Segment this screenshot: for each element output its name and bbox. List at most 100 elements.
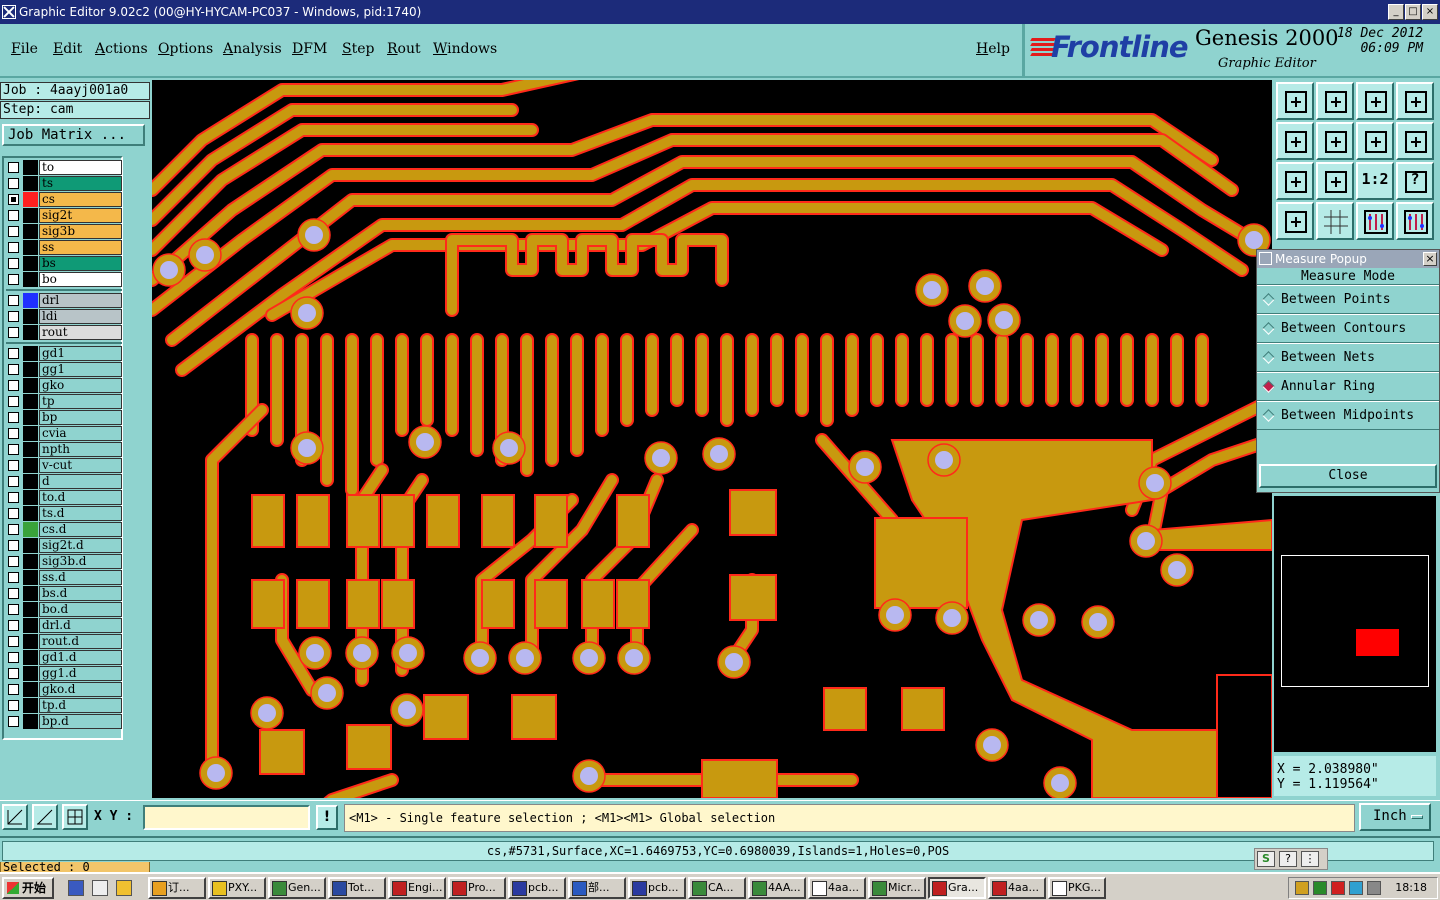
tool-button-5[interactable]: [1276, 122, 1314, 160]
overview-map[interactable]: [1274, 496, 1436, 752]
layer-row-ts.d[interactable]: ts.d: [6, 506, 122, 521]
layer-checkbox[interactable]: [8, 460, 19, 471]
menu-rout[interactable]: Rout: [387, 41, 421, 57]
layer-color-swatch[interactable]: [23, 240, 38, 255]
taskbar-task[interactable]: Gen...: [268, 877, 326, 899]
tool-button-12[interactable]: ?: [1396, 162, 1434, 200]
layer-checkbox[interactable]: [8, 412, 19, 423]
tool-button-1[interactable]: [1276, 82, 1314, 120]
layer-color-swatch[interactable]: [23, 698, 38, 713]
layer-row-bp.d[interactable]: bp.d: [6, 714, 122, 729]
menu-actions[interactable]: Actions: [95, 41, 148, 57]
taskbar-task[interactable]: 订...: [148, 877, 206, 899]
layer-color-swatch[interactable]: [23, 602, 38, 617]
snap-mode-button[interactable]: [2, 804, 28, 830]
layer-checkbox[interactable]: [8, 364, 19, 375]
tool-button-7[interactable]: [1356, 122, 1394, 160]
layer-name[interactable]: cs: [39, 192, 122, 207]
layer-color-swatch[interactable]: [23, 506, 38, 521]
layer-name[interactable]: ts.d: [39, 506, 122, 521]
taskbar-task[interactable]: Pro...: [448, 877, 506, 899]
layer-row-bs.d[interactable]: bs.d: [6, 586, 122, 601]
layer-checkbox[interactable]: [8, 620, 19, 631]
layer-checkbox[interactable]: [8, 274, 19, 285]
draw-mode-button[interactable]: [32, 804, 58, 830]
layer-name[interactable]: drl.d: [39, 618, 122, 633]
layer-color-swatch[interactable]: [23, 256, 38, 271]
layer-checkbox[interactable]: [8, 162, 19, 173]
layer-name[interactable]: bp: [39, 410, 122, 425]
layer-name[interactable]: rout: [39, 325, 122, 340]
layer-color-swatch[interactable]: [23, 293, 38, 308]
layer-color-swatch[interactable]: [23, 442, 38, 457]
taskbar-task[interactable]: 4aa...: [808, 877, 866, 899]
more-icon[interactable]: ⋮: [1301, 851, 1319, 867]
menu-edit[interactable]: Edit: [53, 41, 82, 57]
taskbar-task[interactable]: Tot...: [328, 877, 386, 899]
layer-name[interactable]: gd1: [39, 346, 122, 361]
layer-checkbox[interactable]: [8, 380, 19, 391]
layer-color-swatch[interactable]: [23, 346, 38, 361]
quicklaunch-desktop-icon[interactable]: [92, 880, 108, 896]
tool-button-8[interactable]: [1396, 122, 1434, 160]
taskbar-task[interactable]: 部...: [568, 877, 626, 899]
layer-checkbox[interactable]: [8, 716, 19, 727]
radio-diamond-icon[interactable]: [1262, 351, 1275, 364]
layer-row-drl.d[interactable]: drl.d: [6, 618, 122, 633]
layer-name[interactable]: gko.d: [39, 682, 122, 697]
layer-row-bo.d[interactable]: bo.d: [6, 602, 122, 617]
layer-checkbox[interactable]: [8, 178, 19, 189]
layer-row-to[interactable]: to: [6, 160, 122, 175]
layer-name[interactable]: to: [39, 160, 122, 175]
layer-checkbox[interactable]: [8, 226, 19, 237]
layer-checkbox[interactable]: [8, 476, 19, 487]
layer-name[interactable]: bs: [39, 256, 122, 271]
layer-row-sig3b.d[interactable]: sig3b.d: [6, 554, 122, 569]
layer-checkbox[interactable]: [8, 428, 19, 439]
tool-button-13[interactable]: [1276, 202, 1314, 240]
tool-button-6[interactable]: [1316, 122, 1354, 160]
layer-row-ss[interactable]: ss: [6, 240, 122, 255]
tool-button-14[interactable]: [1316, 202, 1354, 240]
measure-option[interactable]: Between Contours: [1257, 314, 1439, 343]
layer-row-gko[interactable]: gko: [6, 378, 122, 393]
layer-color-swatch[interactable]: [23, 394, 38, 409]
layer-checkbox[interactable]: [8, 348, 19, 359]
layer-row-gg1[interactable]: gg1: [6, 362, 122, 377]
measure-close-icon[interactable]: ×: [1423, 252, 1437, 266]
layer-color-swatch[interactable]: [23, 458, 38, 473]
tray-ime-icon[interactable]: [1313, 881, 1327, 895]
quicklaunch-media-icon[interactable]: [116, 880, 132, 896]
layer-color-swatch[interactable]: [23, 586, 38, 601]
layer-name[interactable]: ss: [39, 240, 122, 255]
layer-row-v-cut[interactable]: v-cut: [6, 458, 122, 473]
quicklaunch-browser-icon[interactable]: [68, 880, 84, 896]
ime-s-icon[interactable]: S: [1257, 851, 1275, 867]
layer-name[interactable]: d: [39, 474, 122, 489]
layer-color-swatch[interactable]: [23, 714, 38, 729]
measure-option[interactable]: Annular Ring: [1257, 372, 1439, 401]
taskbar-task[interactable]: pcb...: [508, 877, 566, 899]
layer-checkbox[interactable]: [8, 295, 19, 306]
layer-checkbox[interactable]: [8, 588, 19, 599]
layer-row-tp.d[interactable]: tp.d: [6, 698, 122, 713]
layer-checkbox[interactable]: [8, 636, 19, 647]
layer-row-cs.d[interactable]: cs.d: [6, 522, 122, 537]
layer-row-sig2t[interactable]: sig2t: [6, 208, 122, 223]
layer-checkbox[interactable]: [8, 604, 19, 615]
close-button[interactable]: Close: [1259, 464, 1437, 488]
layer-row-tp[interactable]: tp: [6, 394, 122, 409]
layer-name[interactable]: tp.d: [39, 698, 122, 713]
layer-row-gg1.d[interactable]: gg1.d: [6, 666, 122, 681]
layer-name[interactable]: npth: [39, 442, 122, 457]
layer-color-swatch[interactable]: [23, 309, 38, 324]
layer-row-cs[interactable]: cs: [6, 192, 122, 207]
layer-name[interactable]: sig3b: [39, 224, 122, 239]
taskbar-task[interactable]: Engi...: [388, 877, 446, 899]
taskbar-task[interactable]: PKG...: [1048, 877, 1106, 899]
radio-diamond-icon[interactable]: [1262, 293, 1275, 306]
layer-color-swatch[interactable]: [23, 490, 38, 505]
tool-button-3[interactable]: [1356, 82, 1394, 120]
tool-button-9[interactable]: [1276, 162, 1314, 200]
layer-row-d[interactable]: d: [6, 474, 122, 489]
